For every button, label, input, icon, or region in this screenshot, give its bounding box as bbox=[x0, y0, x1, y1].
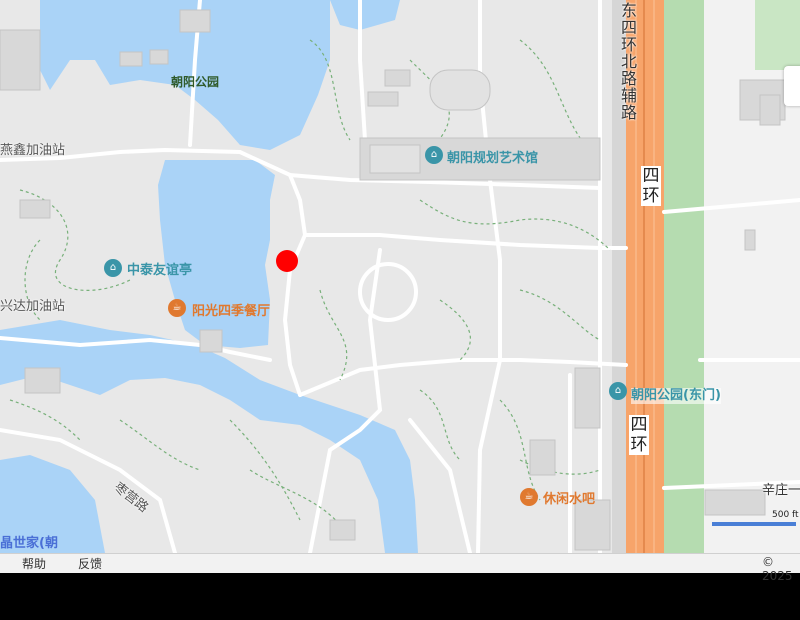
aux-road-label: 东 四 环 北 路 辅 路 bbox=[620, 1, 637, 122]
park-label: 朝阳公园 bbox=[171, 75, 220, 89]
museum-label[interactable]: 朝阳规划艺术馆 bbox=[447, 151, 538, 167]
pavilion-label[interactable]: 中泰友谊亭 bbox=[127, 263, 192, 279]
scale-bar-line bbox=[712, 522, 796, 526]
map-footer: 帮助 反馈 © 2025 bbox=[0, 553, 800, 583]
ring-road-label-top: 四 环 bbox=[641, 166, 661, 206]
bar-icon[interactable]: ☕ bbox=[520, 488, 538, 506]
fuel-station-label-west: 兴达加油站 bbox=[0, 299, 66, 314]
east-gate-label[interactable]: 朝阳公园(东门) bbox=[631, 388, 721, 404]
red-location-marker[interactable] bbox=[276, 250, 298, 272]
help-link[interactable]: 帮助 bbox=[22, 555, 46, 572]
bar-label[interactable]: 休闲水吧 bbox=[543, 492, 595, 508]
copyright-text: © 2025 bbox=[762, 555, 793, 583]
scale-label: 500 ft bbox=[772, 510, 799, 520]
museum-icon[interactable]: ⌂ bbox=[425, 146, 443, 164]
restaurant-label[interactable]: 阳光四季餐厅 bbox=[192, 304, 270, 320]
compass-control[interactable] bbox=[784, 66, 800, 106]
scale-bar: 500 ft bbox=[710, 510, 800, 530]
green-strip bbox=[664, 0, 704, 553]
fuel-station-label-north: 燕鑫加油站 bbox=[0, 143, 66, 158]
gate-icon[interactable]: ⌂ bbox=[609, 382, 627, 400]
pavilion-icon[interactable]: ⌂ bbox=[104, 259, 122, 277]
feedback-link[interactable]: 反馈 bbox=[78, 555, 102, 572]
map-canvas[interactable]: 朝阳公园 燕鑫加油站 兴达加油站 ⌂ 朝阳规划艺术馆 ⌂ 中泰友谊亭 ☕ 阳光四… bbox=[0, 0, 800, 553]
building-label: 晶世家(朝 bbox=[0, 536, 58, 551]
ring-road-label-bottom: 四 环 bbox=[629, 415, 649, 455]
restaurant-icon[interactable]: ☕ bbox=[168, 299, 186, 317]
xinzhuang-road-label: 辛庄一 bbox=[762, 483, 800, 498]
